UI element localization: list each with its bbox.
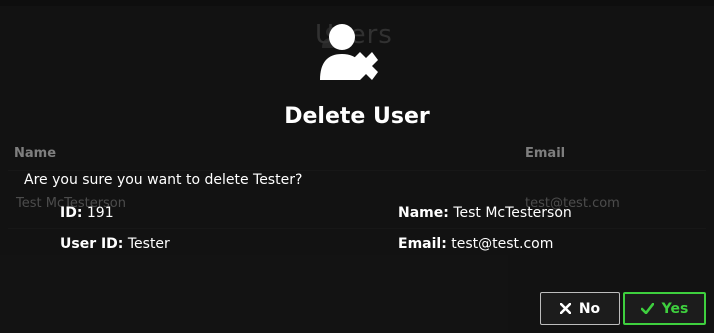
yes-button[interactable]: Yes (623, 292, 706, 325)
delete-user-modal: Delete User Are you sure you want to del… (0, 0, 714, 333)
delete-user-icon (320, 24, 378, 80)
check-icon (640, 303, 654, 314)
field-id: ID: 191 (60, 205, 114, 221)
field-email-value: test@test.com (451, 236, 554, 252)
field-user-id-value: Tester (127, 236, 170, 252)
field-email: Email: test@test.com (398, 236, 553, 252)
field-name: Name: Test McTesterson (398, 205, 572, 221)
no-button[interactable]: No (540, 292, 620, 325)
field-email-label: Email: (398, 236, 447, 252)
confirm-question: Are you sure you want to delete Tester? (24, 172, 303, 188)
no-button-label: No (578, 300, 601, 317)
field-name-label: Name: (398, 205, 449, 221)
x-icon (559, 303, 571, 314)
modal-title: Delete User (284, 104, 430, 129)
yes-button-label: Yes (661, 300, 689, 317)
field-id-label: ID: (60, 205, 83, 221)
field-user-id-label: User ID: (60, 236, 124, 252)
field-name-value: Test McTesterson (453, 205, 572, 221)
field-id-value: 191 (86, 205, 114, 221)
field-user-id: User ID: Tester (60, 236, 170, 252)
